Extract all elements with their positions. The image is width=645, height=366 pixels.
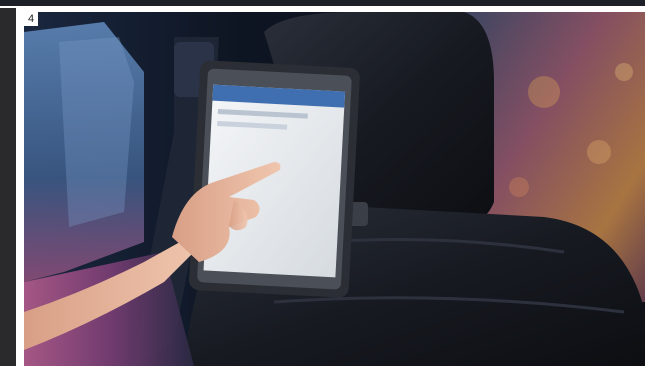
top-strip — [0, 0, 645, 6]
car-interior-photo — [24, 12, 645, 366]
tablet — [189, 60, 360, 298]
adjacent-photo-edge — [0, 8, 16, 366]
photo-illustration — [24, 12, 645, 366]
figure-number-badge: 4 — [24, 12, 38, 26]
